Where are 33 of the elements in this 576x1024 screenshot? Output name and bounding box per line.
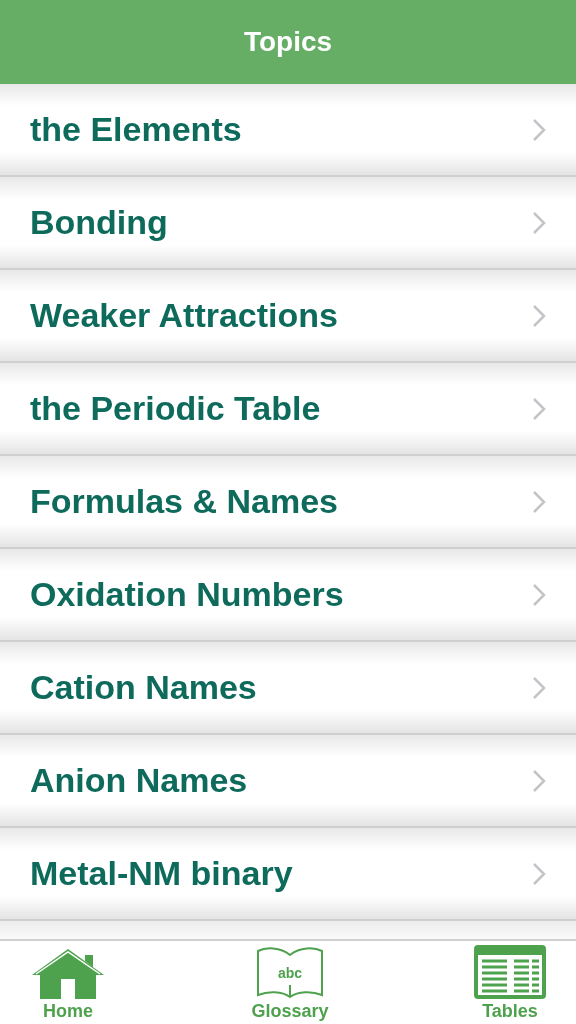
house-icon: [30, 947, 106, 999]
topic-row[interactable]: Oxidation Numbers: [0, 549, 576, 642]
topic-row[interactable]: Bonding: [0, 177, 576, 270]
topic-label: Anion Names: [30, 761, 248, 800]
topic-label: Oxidation Numbers: [30, 575, 344, 614]
topic-row[interactable]: Metal-NM binary: [0, 828, 576, 921]
topic-row[interactable]: [0, 921, 576, 941]
chevron-icon: [532, 675, 546, 700]
topic-row[interactable]: Cation Names: [0, 642, 576, 735]
chevron-icon: [532, 210, 546, 235]
chevron-icon: [532, 768, 546, 793]
tab-button[interactable]: abc Glossary: [251, 945, 329, 1024]
table-icon: [474, 945, 546, 999]
topic-row[interactable]: Formulas & Names: [0, 456, 576, 549]
chevron-icon: [532, 489, 546, 514]
topic-label: the Elements: [30, 110, 242, 149]
topic-label: Metal-NM binary: [30, 854, 293, 893]
topic-label: Bonding: [30, 203, 168, 242]
topic-label: Formulas & Names: [30, 482, 338, 521]
nav-title: Topics: [243, 26, 333, 58]
chevron-icon: [532, 117, 546, 142]
topic-label: Cation Names: [30, 668, 257, 707]
book-icon: abc: [256, 945, 324, 999]
topic-row[interactable]: Anion Names: [0, 735, 576, 828]
topic-label: the Periodic Table: [30, 389, 321, 428]
topic-row[interactable]: the Periodic Table: [0, 363, 576, 456]
chevron-icon: [532, 303, 546, 328]
topic-row[interactable]: the Elements: [0, 84, 576, 177]
chevron-icon: [532, 582, 546, 607]
topic-label: Weaker Attractions: [30, 296, 338, 335]
topic-row[interactable]: Weaker Attractions: [0, 270, 576, 363]
chevron-icon: [532, 396, 546, 421]
chevron-icon: [532, 861, 546, 886]
